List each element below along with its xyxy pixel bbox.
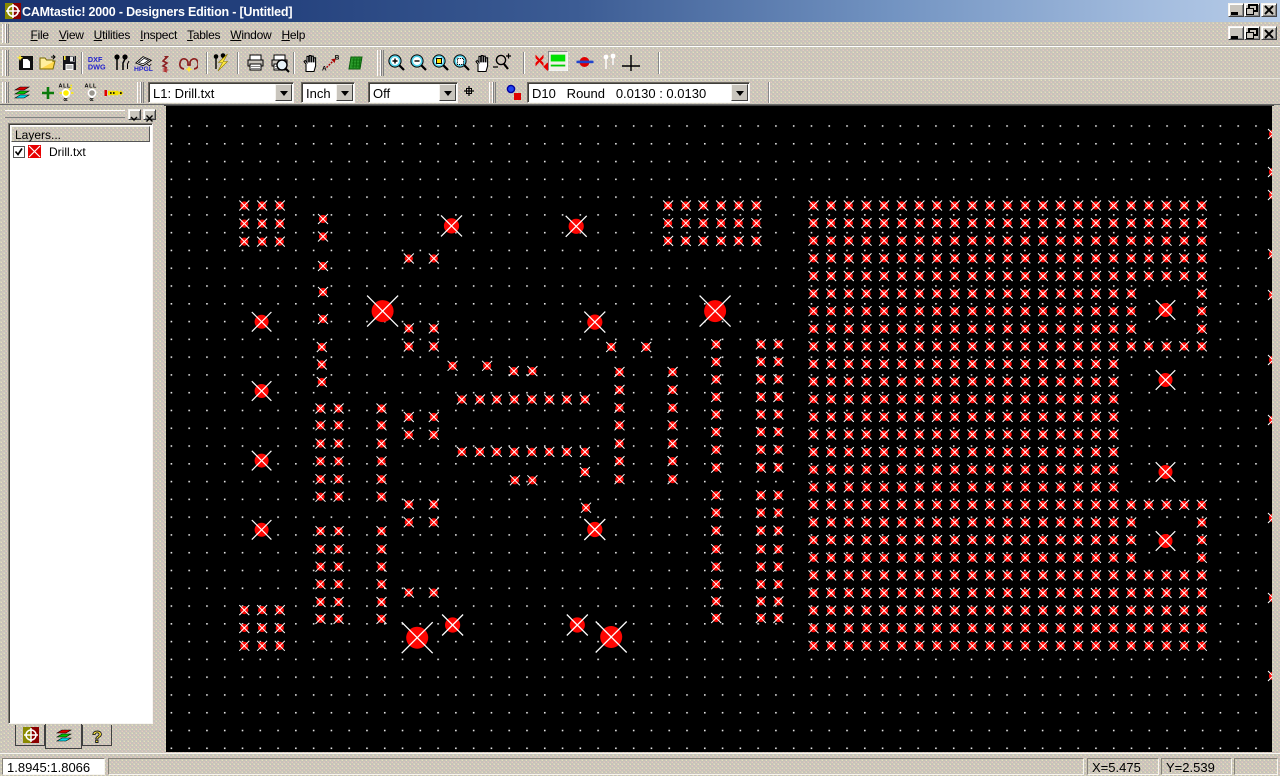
svg-text:A: A — [322, 65, 327, 72]
svg-text:∝: ∝ — [63, 97, 68, 104]
svg-text:ALL: ALL — [85, 84, 98, 90]
svg-text:HPGL: HPGL — [134, 66, 153, 73]
svg-text:?: ? — [92, 728, 102, 746]
svg-text:DWG: DWG — [88, 62, 106, 71]
svg-text:ALL: ALL — [59, 84, 72, 90]
svg-text:B: B — [335, 54, 340, 61]
svg-text:∝: ∝ — [89, 97, 94, 104]
